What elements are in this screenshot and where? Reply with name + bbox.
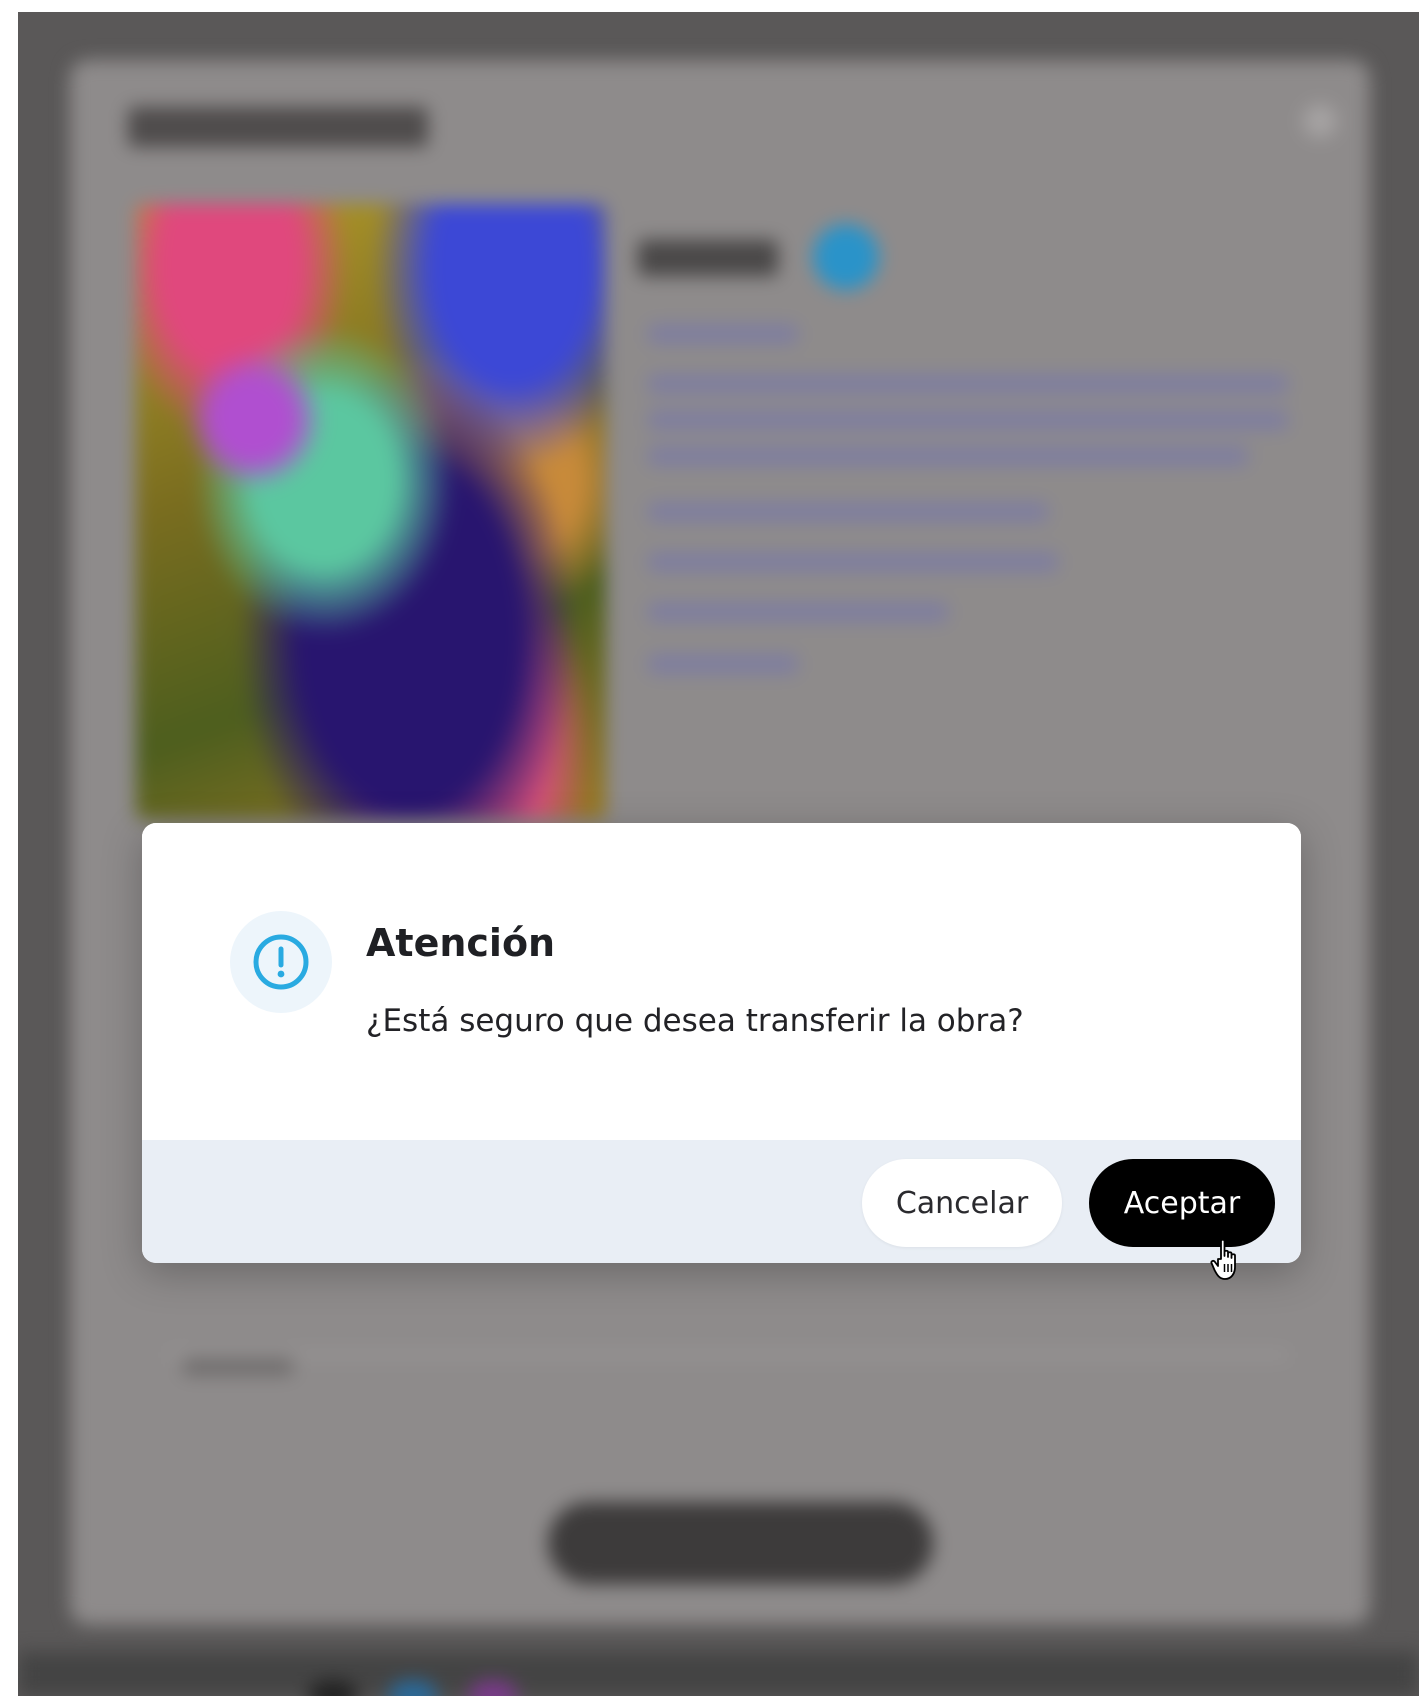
background-close-icon xyxy=(1303,104,1337,138)
dialog-footer: Cancelar Aceptar xyxy=(142,1140,1301,1263)
cancel-button[interactable]: Cancelar xyxy=(862,1159,1062,1247)
background-panel-title xyxy=(128,107,428,147)
artwork-image xyxy=(136,204,606,819)
background-divider xyxy=(168,1352,1288,1358)
background-text-line xyxy=(648,324,798,344)
background-small-text xyxy=(183,1357,293,1375)
background-text-line xyxy=(648,502,1048,522)
exclamation-circle-icon xyxy=(230,911,332,1013)
background-text-line xyxy=(648,602,948,622)
background-transfer-button xyxy=(548,1502,933,1584)
background-artist-name xyxy=(638,240,778,276)
background-text-line xyxy=(648,410,1288,430)
background-avatar xyxy=(813,224,879,290)
accept-button[interactable]: Aceptar xyxy=(1089,1159,1275,1247)
background-text-line xyxy=(648,446,1248,466)
dialog-body: Atención ¿Está seguro que desea transfer… xyxy=(142,823,1301,1140)
dialog-message: ¿Está seguro que desea transferir la obr… xyxy=(366,1003,1024,1039)
background-text-line xyxy=(648,552,1058,572)
background-text-line xyxy=(648,654,798,674)
hand-pointer-cursor-icon xyxy=(1210,1238,1236,1280)
confirm-transfer-dialog: Atención ¿Está seguro que desea transfer… xyxy=(142,823,1301,1263)
dialog-title: Atención xyxy=(366,921,556,965)
background-text-line xyxy=(648,374,1288,394)
background-bottom-bar xyxy=(18,1652,1419,1696)
